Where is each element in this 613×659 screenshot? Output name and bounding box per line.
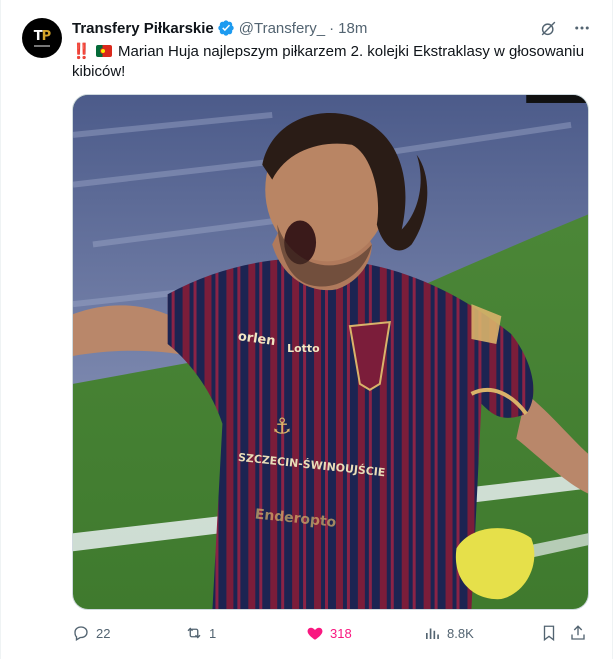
shirt-emblem: ⚓ — [272, 415, 292, 440]
views-button[interactable]: 8.8K — [423, 622, 474, 644]
views-count: 8.8K — [447, 625, 474, 641]
tweet-body: Marian Huja najlepszym piłkarzem 2. kole… — [72, 43, 585, 80]
tweet-time[interactable]: 18m — [338, 20, 367, 37]
double-exclamation-emoji: ‼️ — [72, 43, 91, 60]
share-icon — [571, 625, 585, 640]
repost-button[interactable]: 1 — [185, 622, 216, 644]
avatar[interactable]: TP — [22, 18, 62, 58]
tweet-text: ‼️ Marian Huja najlepszym piłkarzem 2. k… — [72, 42, 592, 82]
top-actions — [538, 18, 592, 38]
like-button[interactable]: 318 — [306, 622, 352, 644]
separator-dot: · — [329, 19, 335, 37]
verified-badge-icon — [217, 19, 235, 37]
like-count: 318 — [330, 625, 352, 641]
bookmark-button[interactable] — [540, 622, 558, 644]
like-icon — [307, 627, 323, 640]
tweet-actions: 22 1 318 8.8K — [72, 622, 592, 644]
repost-count: 1 — [209, 625, 217, 641]
avatar-logo: TP — [33, 28, 51, 44]
tweet-header: Transfery Piłkarskie @Transfery_ · 18m — [72, 17, 592, 39]
portugal-flag-icon — [95, 45, 112, 57]
shirt-brand: Lotto — [287, 342, 320, 355]
avatar-logo-underline — [34, 44, 50, 47]
tweet-card[interactable]: TP Transfery Piłkarskie @Transfery_ · 18… — [0, 0, 613, 659]
grok-icon[interactable] — [538, 18, 558, 38]
reply-button[interactable]: 22 — [72, 622, 110, 644]
views-icon — [426, 628, 439, 639]
bookmark-icon — [543, 625, 555, 642]
reply-count: 22 — [96, 625, 111, 641]
share-button[interactable] — [569, 622, 587, 644]
display-name[interactable]: Transfery Piłkarskie — [72, 20, 214, 37]
reply-icon — [74, 626, 88, 641]
repost-icon — [187, 627, 201, 639]
user-handle[interactable]: @Transfery_ — [239, 20, 325, 37]
tweet-media-image[interactable]: orlen Lotto ⚓ SZCZECIN-ŚWINOUJŚCIE Ender… — [72, 94, 589, 610]
more-icon[interactable] — [572, 18, 592, 38]
